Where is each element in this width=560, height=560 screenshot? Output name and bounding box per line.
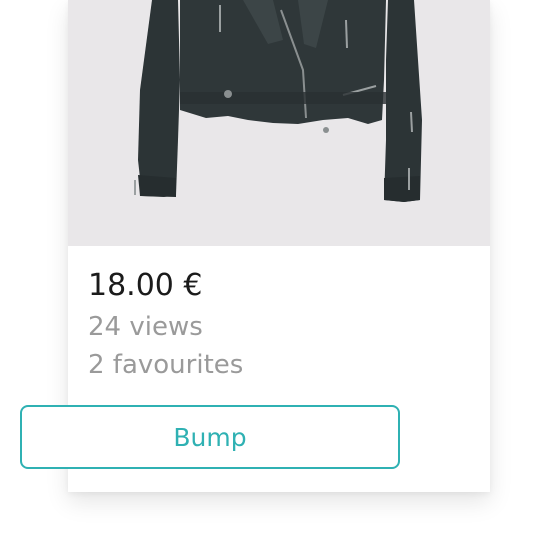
item-favourites-count: 2 favourites: [88, 350, 244, 380]
item-views-count: 24 views: [88, 312, 203, 342]
jacket-image: [68, 0, 490, 246]
stage: 18.00 € 24 views 2 favourites Bump: [0, 0, 560, 560]
bump-button[interactable]: Bump: [20, 405, 400, 469]
item-photo[interactable]: [68, 0, 490, 246]
bump-button-label: Bump: [173, 422, 247, 452]
item-price: 18.00 €: [88, 268, 203, 303]
